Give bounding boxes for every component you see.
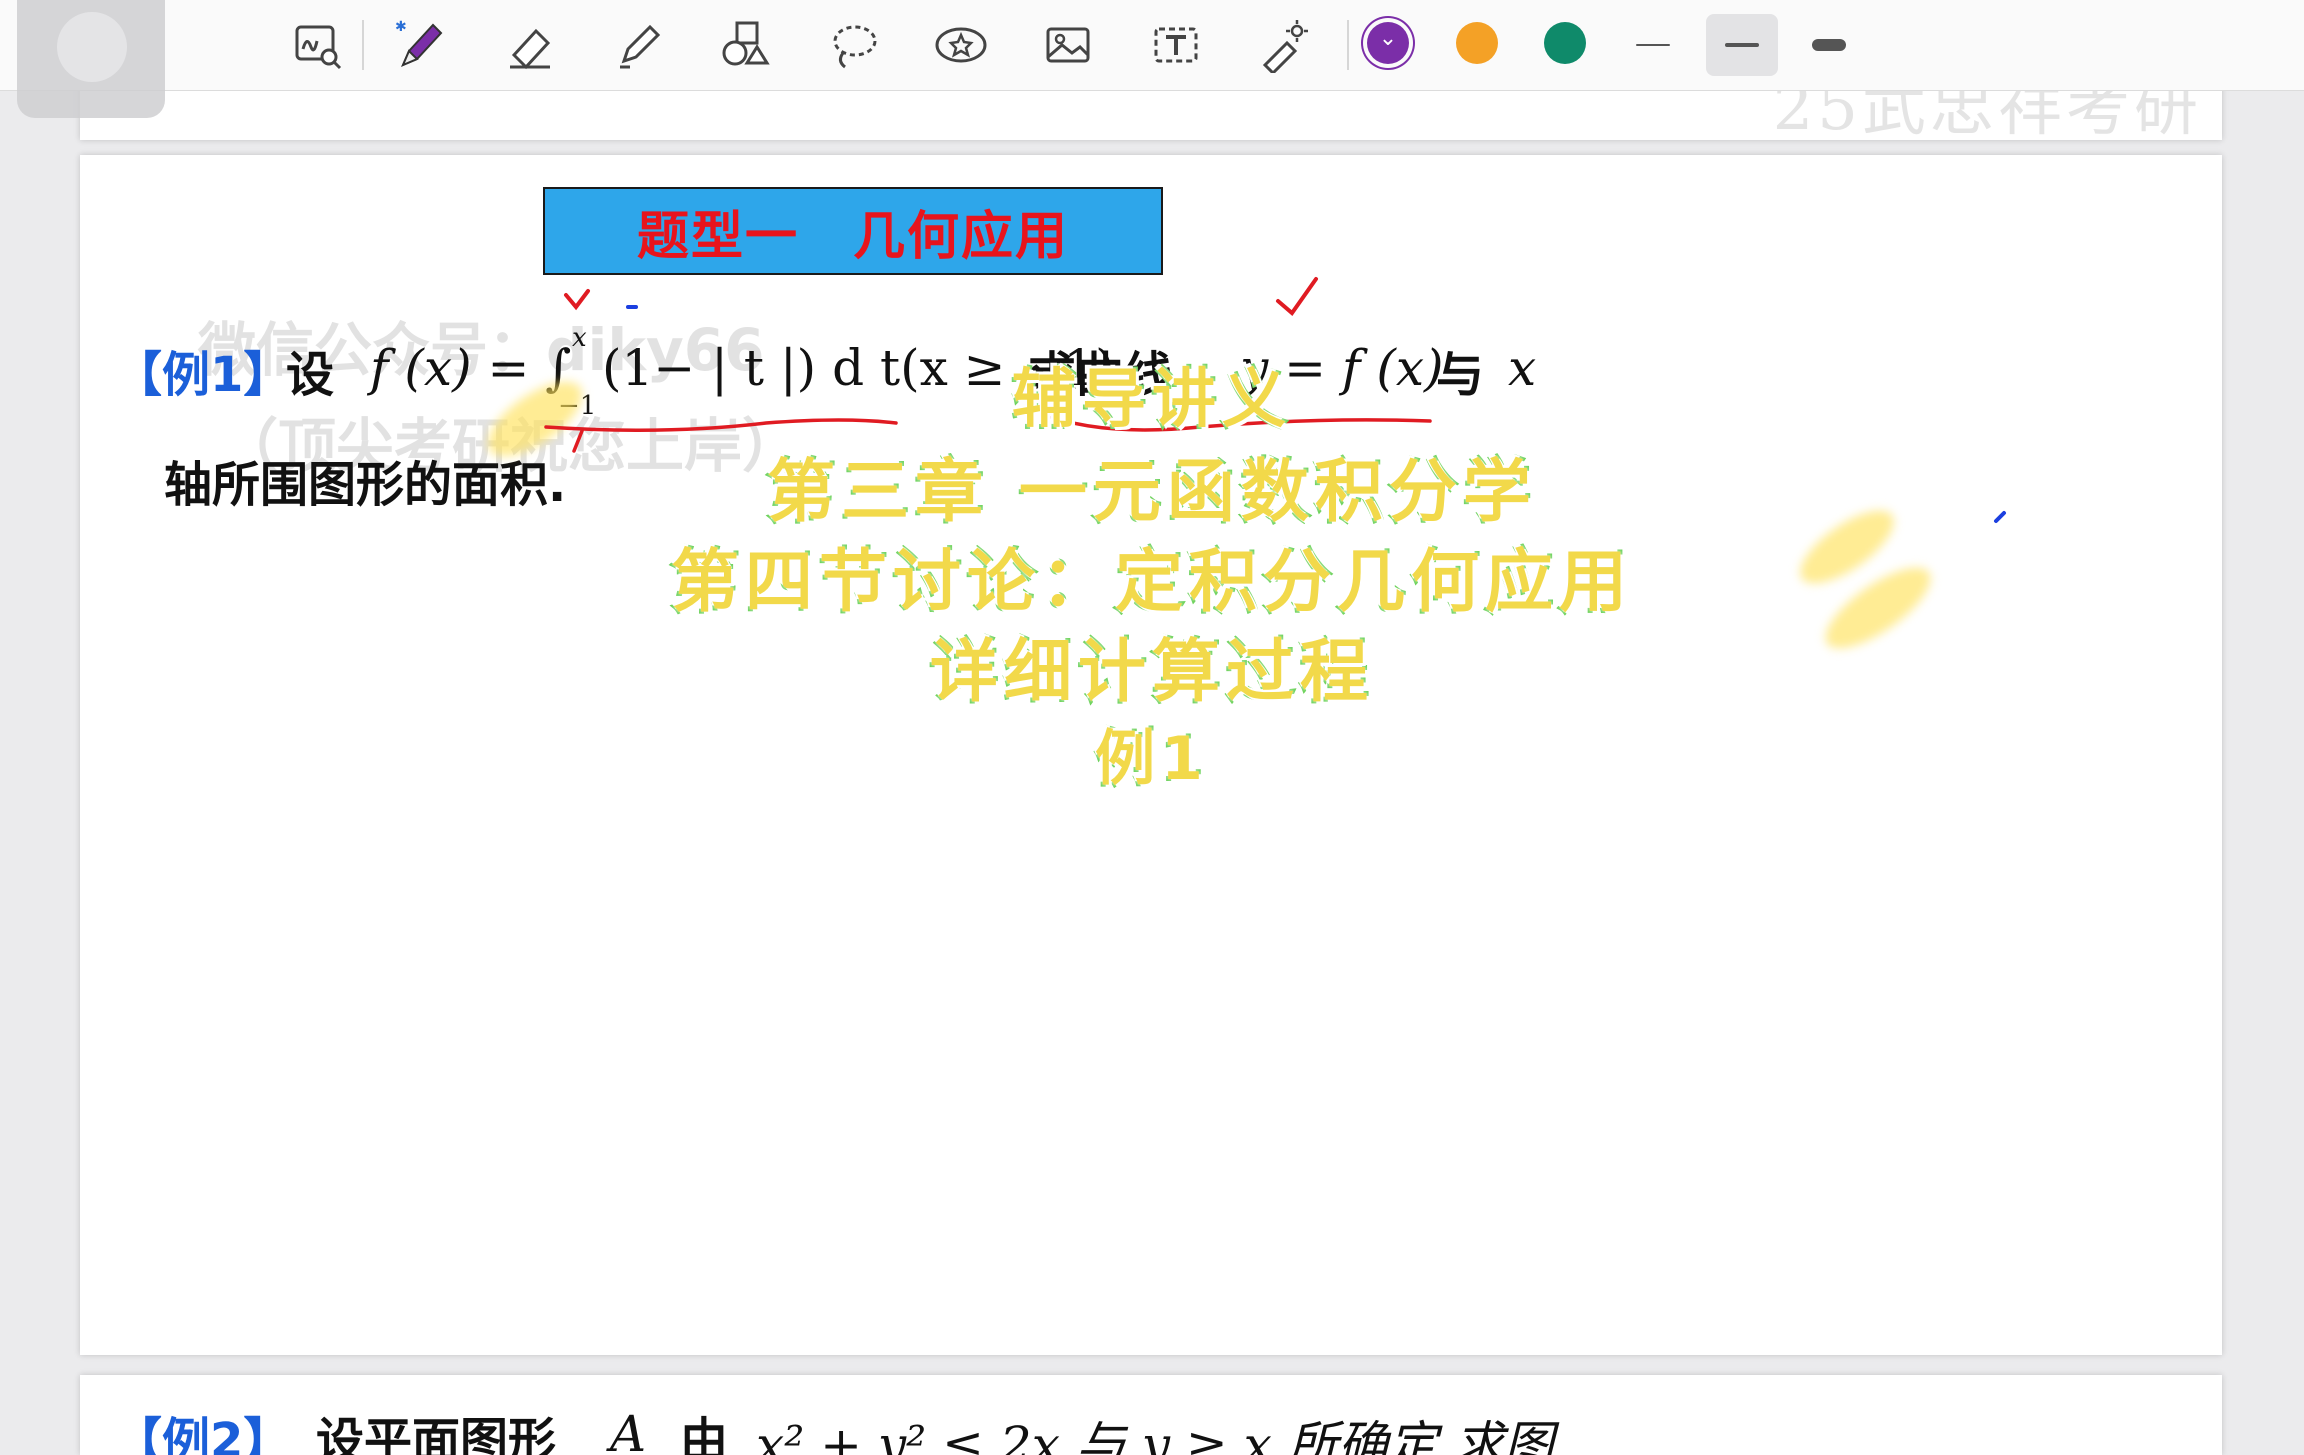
toolbar-divider xyxy=(362,20,364,70)
assistive-button-dot xyxy=(57,12,127,82)
overlay-example: 例1 xyxy=(1093,722,1209,796)
region-symbol: A xyxy=(610,1405,647,1455)
eraser-icon[interactable] xyxy=(497,12,563,78)
text-box-icon[interactable] xyxy=(1143,12,1209,78)
image-icon[interactable] xyxy=(1035,12,1101,78)
lasso-icon[interactable] xyxy=(820,12,886,78)
chevron-down-icon: ⌄ xyxy=(1378,26,1398,51)
next-page: 【例2】 设平面图形 A 由 x² + y² ≤ 2x 与 y ≥ x 所确定,… xyxy=(80,1375,2222,1455)
stroke-thick-button[interactable] xyxy=(1793,14,1865,76)
toolbar: ✱ ⌄ xyxy=(0,0,2304,91)
example-2-label: 【例2】 xyxy=(114,1413,292,1455)
example-2-text: 设平面图形 xyxy=(316,1413,557,1455)
stroke-thick-icon xyxy=(1812,39,1846,51)
svg-text:✱: ✱ xyxy=(395,19,407,35)
floating-assistive-button[interactable] xyxy=(17,0,165,118)
example-2-by: 由 xyxy=(680,1413,729,1455)
color-swatch-purple[interactable]: ⌄ xyxy=(1367,22,1409,64)
overlay-title: 辅导讲义 xyxy=(1010,361,1292,439)
laser-pointer-icon[interactable] xyxy=(1250,12,1316,78)
color-swatch-green[interactable] xyxy=(1544,22,1586,64)
shapes-icon[interactable] xyxy=(712,12,778,78)
overlay-chapter: 第三章 一元函数积分学 xyxy=(765,451,1537,534)
stroke-medium-icon xyxy=(1725,43,1759,47)
highlighter-icon[interactable] xyxy=(605,12,671,78)
example-2-condition: x² + y² ≤ 2x 与 y ≥ x 所确定,求图 xyxy=(756,1416,1554,1455)
stroke-thin-button[interactable] xyxy=(1617,14,1689,76)
stroke-medium-button[interactable] xyxy=(1706,14,1778,76)
sticker-icon[interactable] xyxy=(928,12,994,78)
pen-icon[interactable]: ✱ xyxy=(388,12,454,78)
overlay-section: 第四节讨论：定积分几何应用 xyxy=(669,541,1633,624)
overlay-detail: 详细计算过程 xyxy=(928,631,1374,714)
handwriting-zoom-icon[interactable] xyxy=(284,12,350,78)
toolbar-divider xyxy=(1347,20,1349,70)
stroke-thin-icon xyxy=(1636,44,1670,46)
color-swatch-orange[interactable] xyxy=(1456,22,1498,64)
